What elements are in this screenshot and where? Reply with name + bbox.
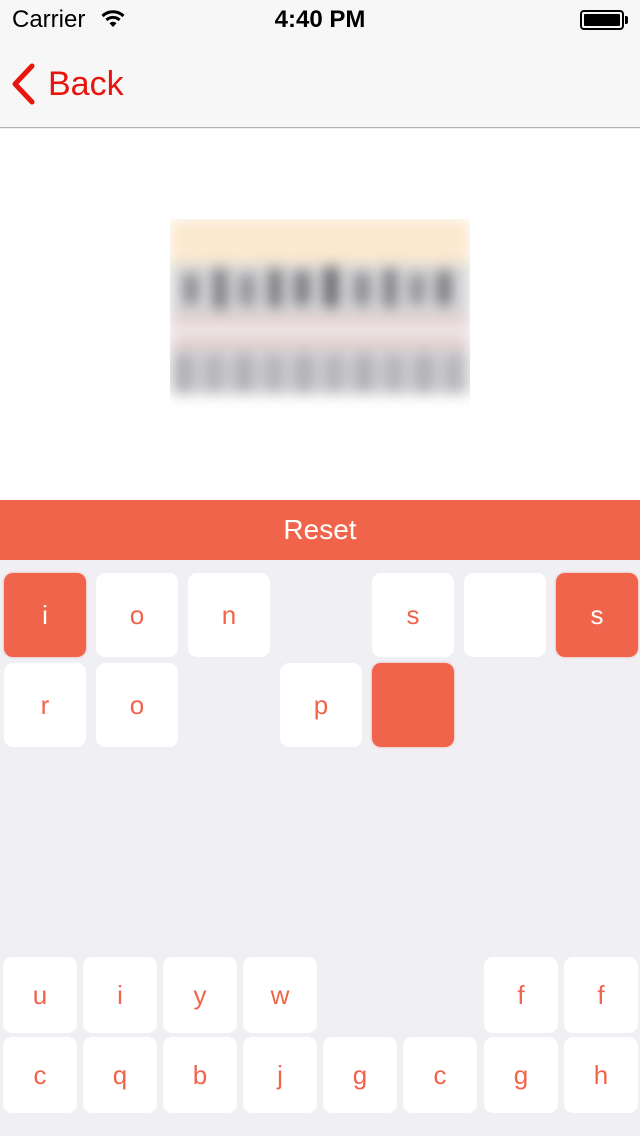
answer-tile[interactable]: p bbox=[280, 663, 362, 747]
letter-key-label: h bbox=[593, 1059, 609, 1090]
answer-tile[interactable]: r bbox=[4, 663, 86, 747]
back-button[interactable]: Back bbox=[10, 60, 124, 108]
back-label: Back bbox=[48, 64, 124, 103]
letter-key-label: f bbox=[597, 979, 605, 1010]
answer-tile-letter: s bbox=[590, 599, 604, 630]
letter-key-label: y bbox=[193, 979, 207, 1010]
letter-key[interactable]: j bbox=[243, 1037, 317, 1113]
battery-icon bbox=[580, 10, 628, 30]
letter-key-label: c bbox=[433, 1059, 447, 1090]
navigation-bar: Back bbox=[0, 40, 640, 128]
answer-tile-empty[interactable] bbox=[464, 573, 546, 657]
letter-key[interactable]: w bbox=[243, 957, 317, 1033]
answer-tile[interactable]: o bbox=[96, 573, 178, 657]
answer-tile[interactable]: s bbox=[372, 573, 454, 657]
letter-key-label: g bbox=[352, 1059, 368, 1090]
answer-tile-empty[interactable] bbox=[372, 663, 454, 747]
answer-tile[interactable]: o bbox=[96, 663, 178, 747]
answer-tile-letter: p bbox=[313, 689, 329, 720]
letter-key[interactable]: u bbox=[3, 957, 77, 1033]
letter-key[interactable]: h bbox=[564, 1037, 638, 1113]
letter-key[interactable]: b bbox=[163, 1037, 237, 1113]
answer-tile[interactable]: s bbox=[556, 573, 638, 657]
answer-tile[interactable]: n bbox=[188, 573, 270, 657]
answer-tile[interactable]: i bbox=[4, 573, 86, 657]
letter-key[interactable]: q bbox=[83, 1037, 157, 1113]
answer-tile-letter: n bbox=[221, 599, 237, 630]
letter-key[interactable]: y bbox=[163, 957, 237, 1033]
letter-key[interactable]: c bbox=[3, 1037, 77, 1113]
answer-tile-letter: i bbox=[42, 599, 48, 630]
letter-key[interactable]: g bbox=[484, 1037, 558, 1113]
letter-key-label: u bbox=[32, 979, 48, 1010]
puzzle-image-area bbox=[0, 129, 640, 500]
letter-key-label: i bbox=[117, 979, 123, 1010]
letter-key-label: g bbox=[513, 1059, 529, 1090]
letter-key-label: w bbox=[270, 979, 290, 1010]
letter-key-label: f bbox=[517, 979, 525, 1010]
letter-key[interactable]: g bbox=[323, 1037, 397, 1113]
answer-tile-letter: o bbox=[129, 599, 145, 630]
answer-tile-letter: s bbox=[406, 599, 420, 630]
letter-key[interactable]: f bbox=[484, 957, 558, 1033]
letter-key-label: b bbox=[192, 1059, 208, 1090]
answer-tile-letter: o bbox=[129, 689, 145, 720]
status-bar: Carrier 4:40 PM bbox=[0, 0, 640, 40]
reset-button[interactable]: Reset bbox=[0, 500, 640, 560]
letter-key[interactable]: i bbox=[83, 957, 157, 1033]
letter-key[interactable]: f bbox=[564, 957, 638, 1033]
status-time: 4:40 PM bbox=[274, 6, 366, 33]
chevron-left-icon bbox=[10, 63, 36, 105]
letter-key-label: q bbox=[112, 1059, 128, 1090]
answer-tile-letter: r bbox=[40, 689, 50, 720]
letter-key[interactable]: c bbox=[403, 1037, 477, 1113]
letter-key-label: c bbox=[33, 1059, 47, 1090]
blurred-puzzle-image bbox=[170, 219, 470, 409]
letter-key-label: j bbox=[277, 1059, 283, 1090]
